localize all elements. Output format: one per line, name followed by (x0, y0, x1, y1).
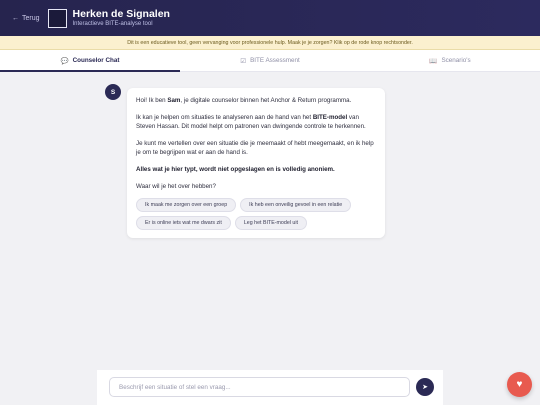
back-label: Terug (22, 14, 40, 22)
message-input[interactable] (109, 377, 410, 397)
chat-bubble-icon: 💬 (60, 57, 69, 65)
privacy-text: Alles wat je hier typt, wordt niet opges… (136, 166, 335, 174)
disclaimer-text: Dit is een educatieve tool, geen vervang… (127, 39, 413, 46)
suggestion-chip-bite-model[interactable]: Leg het BITE-model uit (234, 216, 308, 231)
app-header: ← Terug Herken de Signalen Interactieve … (0, 0, 540, 36)
avatar-letter: S (110, 88, 116, 96)
greeting-post: , je digitale counselor binnen het Ancho… (180, 97, 352, 104)
tab-counselor-chat[interactable]: 💬 Counselor Chat (0, 50, 180, 72)
heart-icon: ♥ (516, 379, 523, 390)
suggestion-chip-online[interactable]: Er is online iets wat me dwars zit (136, 216, 231, 231)
tab-label: BITE Assessment (250, 57, 300, 64)
suggestion-chips: Ik maak me zorgen over een groep Ik heb … (136, 198, 375, 231)
bite-model-term: BITE-model (312, 114, 348, 122)
send-button[interactable]: ➤ (416, 378, 434, 396)
message-bubble: Hoi! Ik ben Sam, je digitale counselor b… (127, 88, 385, 239)
checkbox-icon: ☑ (240, 57, 247, 65)
arrow-left-icon: ← (12, 14, 19, 22)
app-logo (47, 8, 67, 28)
bite-paragraph: Ik kan je helpen om situaties te analyse… (136, 114, 375, 131)
book-icon: 📖 (429, 57, 438, 65)
tab-bar: 💬 Counselor Chat ☑ BITE Assessment 📖 Sce… (0, 50, 540, 72)
back-button[interactable]: ← Terug (12, 15, 40, 22)
message-composer: ➤ (97, 370, 443, 405)
tab-label: Scenario's (441, 57, 471, 64)
counselor-name: Sam (167, 97, 181, 104)
situation-paragraph: Je kunt me vertellen over een situatie d… (136, 140, 374, 156)
question-paragraph: Waar wil je het over hebben? (136, 183, 216, 191)
app-title: Herken de Signalen (72, 8, 170, 20)
greeting-pre: Hoi! Ik ben (136, 97, 168, 104)
suggestion-chip-relationship[interactable]: Ik heb een onveilig gevoel in een relati… (240, 198, 352, 213)
avatar: S (105, 84, 121, 100)
disclaimer-banner: Dit is een educatieve tool, geen vervang… (0, 36, 540, 50)
privacy-paragraph: Alles wat je hier typt, wordt niet opges… (136, 166, 375, 175)
tab-bite-assessment[interactable]: ☑ BITE Assessment (180, 50, 360, 71)
send-arrow-icon: ➤ (422, 384, 428, 391)
tab-label: Counselor Chat (72, 57, 120, 64)
app-subtitle: Interactieve BITE-analyse tool (72, 21, 153, 27)
greeting-paragraph: Hoi! Ik ben Sam, je digitale counselor b… (136, 97, 375, 106)
header-titles: Herken de Signalen Interactieve BITE-ana… (73, 8, 170, 28)
help-button[interactable]: ♥ (507, 372, 532, 397)
bite-pre: Ik kan je helpen om situaties te analyse… (136, 114, 313, 122)
suggestion-chip-group[interactable]: Ik maak me zorgen over een groep (136, 198, 237, 213)
tab-scenarios[interactable]: 📖 Scenario's (360, 50, 540, 71)
